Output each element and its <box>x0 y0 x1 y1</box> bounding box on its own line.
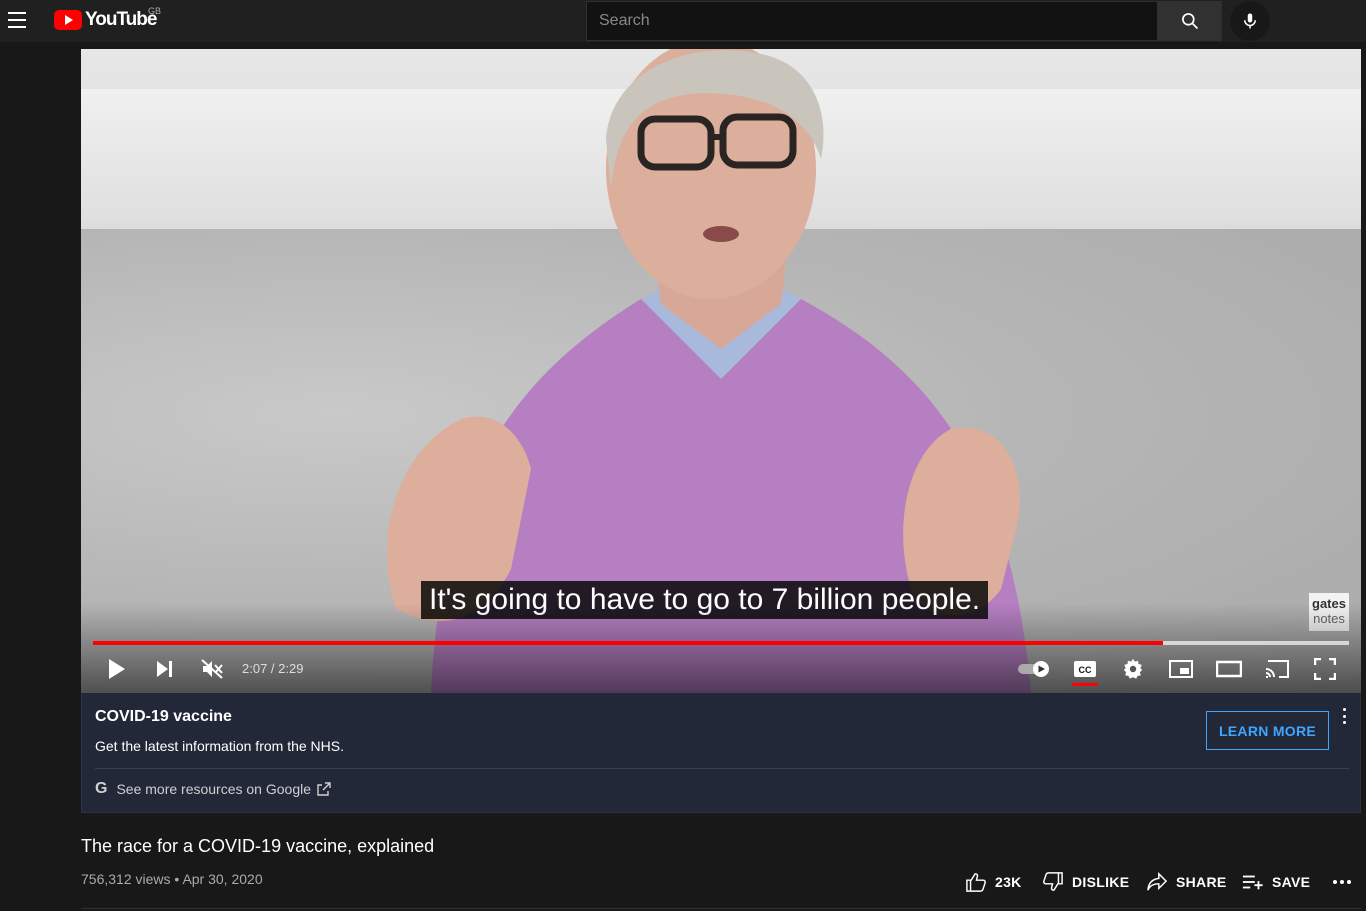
video-title: The race for a COVID-19 vaccine, explain… <box>81 836 435 856</box>
video-player[interactable]: It's going to have to go to 7 billion pe… <box>81 49 1361 693</box>
svg-text:CC: CC <box>1079 665 1092 675</box>
share-button[interactable]: SHARE <box>1146 872 1227 892</box>
theater-mode-button[interactable] <box>1214 655 1244 683</box>
settings-icon <box>1123 658 1143 679</box>
info-panel-description: Get the latest information from the NHS. <box>95 738 344 754</box>
autoplay-toggle-icon <box>1018 661 1049 677</box>
cast-button[interactable] <box>1262 655 1292 683</box>
masthead: YouTube GB <box>0 0 1366 42</box>
share-label: SHARE <box>1176 874 1227 890</box>
search-icon <box>1182 13 1199 30</box>
autoplay-toggle[interactable] <box>1015 655 1053 683</box>
voice-search-button[interactable] <box>1230 1 1270 41</box>
google-icon: G <box>95 780 108 797</box>
save-button[interactable]: SAVE <box>1242 873 1310 891</box>
settings-button[interactable] <box>1119 655 1147 683</box>
thumbs-down-icon <box>1043 872 1063 891</box>
time-display: 2:07 / 2:29 <box>242 661 304 676</box>
dislike-button-wrap: DISLIKE <box>1042 864 1129 900</box>
playlist-add-icon <box>1242 875 1263 890</box>
like-count: 23K <box>995 874 1022 890</box>
cc-active-indicator <box>1072 683 1098 686</box>
video-stats: 756,312 views • Apr 30, 2020 <box>81 871 263 887</box>
region-code: GB <box>148 6 162 16</box>
info-panel-more-icon[interactable] <box>1336 707 1352 725</box>
progress-played <box>93 641 1164 645</box>
miniplayer-button[interactable] <box>1166 655 1196 683</box>
save-button-wrap: SAVE <box>1242 864 1310 900</box>
google-link-label: See more resources on Google <box>116 781 312 797</box>
youtube-logo[interactable]: YouTube <box>54 9 157 31</box>
share-button-wrap: SHARE <box>1146 864 1227 900</box>
play-button[interactable] <box>103 655 131 683</box>
google-resources-link[interactable]: G See more resources on Google <box>95 780 331 798</box>
cast-icon <box>1265 660 1289 678</box>
muted-volume-icon <box>201 659 223 679</box>
info-panel-divider <box>95 768 1349 769</box>
share-icon <box>1147 872 1168 891</box>
meta-divider <box>81 908 1361 909</box>
miniplayer-icon <box>1169 660 1193 678</box>
theater-icon <box>1216 660 1242 678</box>
info-panel-title: COVID-19 vaccine <box>95 708 232 725</box>
external-link-icon <box>317 782 331 796</box>
more-actions-wrap <box>1332 864 1360 900</box>
save-label: SAVE <box>1272 874 1311 890</box>
search-box <box>586 1 1222 41</box>
thumbs-up-icon <box>966 873 986 892</box>
dislike-label: DISLIKE <box>1072 874 1130 890</box>
youtube-logo-icon <box>54 10 82 30</box>
like-button[interactable]: 23K <box>965 872 1022 892</box>
subtitles-button[interactable]: CC <box>1070 655 1100 683</box>
fullscreen-button[interactable] <box>1310 655 1340 683</box>
more-actions-button[interactable] <box>1332 879 1360 885</box>
info-panel: COVID-19 vaccine Get the latest informat… <box>81 693 1361 813</box>
search-input[interactable] <box>586 1 1158 41</box>
view-count: 756,312 views <box>81 871 171 887</box>
more-horizontal-icon <box>1333 880 1351 884</box>
dislike-button[interactable]: DISLIKE <box>1042 872 1129 892</box>
play-icon <box>109 659 125 679</box>
mic-icon <box>1244 13 1256 29</box>
logo-text: YouTube <box>85 9 157 30</box>
upload-date: Apr 30, 2020 <box>182 871 263 887</box>
progress-bar[interactable] <box>93 641 1349 645</box>
cc-icon: CC <box>1074 661 1096 677</box>
mute-button[interactable] <box>198 655 226 683</box>
fullscreen-icon <box>1314 658 1336 680</box>
next-button[interactable] <box>151 655 179 683</box>
like-button-wrap: 23K <box>965 864 1022 900</box>
menu-icon[interactable] <box>8 10 28 30</box>
next-icon <box>157 661 172 677</box>
search-button[interactable] <box>1158 1 1222 41</box>
learn-more-button[interactable]: LEARN MORE <box>1206 711 1329 750</box>
